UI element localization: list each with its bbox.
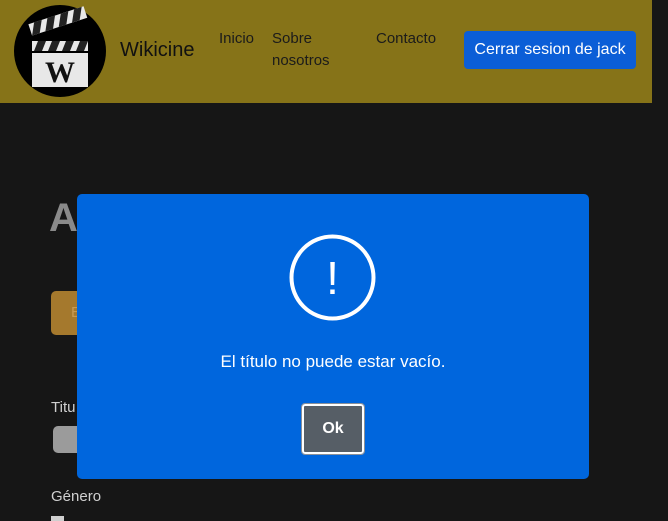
- alert-message: El título no puede estar vacío.: [220, 352, 446, 371]
- clapperboard-icon: W: [28, 6, 88, 89]
- ok-button[interactable]: Ok: [301, 403, 365, 455]
- wikicine-logo[interactable]: W: [14, 5, 106, 97]
- nav-link-sobre-nosotros[interactable]: Sobre nosotros: [272, 28, 352, 72]
- exclamation-glyph: !: [326, 252, 339, 304]
- logo-letter: W: [45, 56, 75, 89]
- nav-link-inicio[interactable]: Inicio: [219, 28, 254, 50]
- title-field-label: Titu: [51, 399, 76, 416]
- nav-link-contacto[interactable]: Contacto: [376, 28, 436, 50]
- logout-button[interactable]: Cerrar sesion de jack: [464, 31, 636, 69]
- genre-field-label: Género: [51, 488, 102, 505]
- brand-name[interactable]: Wikicine: [120, 39, 194, 62]
- exclamation-circle-icon: !: [289, 234, 376, 321]
- navbar: W Wikicine Inicio Sobre nosotros Contact…: [0, 0, 652, 103]
- page-title: A: [49, 196, 78, 240]
- alert-dialog: ! El título no puede estar vacío. Ok: [77, 194, 589, 479]
- genre-select[interactable]: [51, 516, 64, 521]
